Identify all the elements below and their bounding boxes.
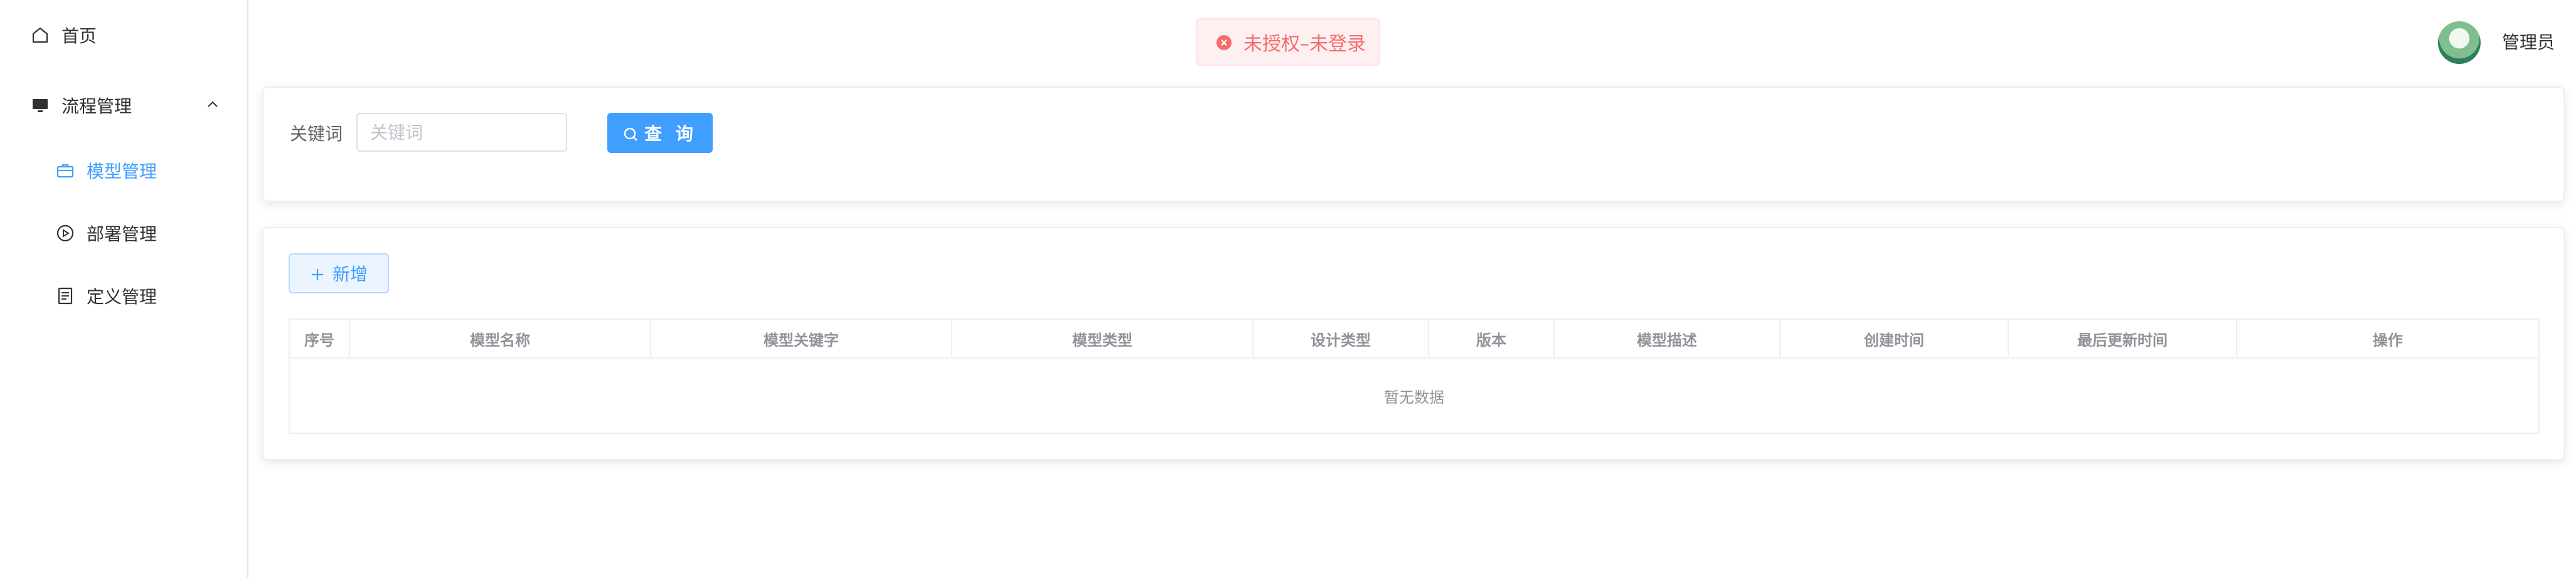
column-header-actions: 操作 <box>2373 331 2403 349</box>
column-header-version: 版本 <box>1429 320 1555 357</box>
monitor-icon <box>30 95 50 115</box>
column-header-design-type: 设计类型 <box>1253 320 1429 357</box>
chevron-up-icon[interactable] <box>205 97 221 113</box>
error-toast: 未授权–未登录 <box>1196 18 1380 66</box>
sidebar-item-process-management[interactable]: 流程管理 <box>0 74 247 137</box>
home-icon <box>30 25 50 45</box>
keyword-label: 关键词 <box>290 123 343 144</box>
search-icon <box>623 125 638 141</box>
query-button-label: 查 询 <box>644 123 697 144</box>
sidebar-item-deploy-management[interactable]: 部署管理 <box>0 202 247 265</box>
sidebar-item-definition-management[interactable]: 定义管理 <box>0 265 247 327</box>
column-header-description: 模型描述 <box>1555 320 1780 357</box>
error-circle-icon <box>1216 34 1232 50</box>
sidebar-item-model-management[interactable]: 模型管理 <box>0 139 247 202</box>
avatar[interactable] <box>2438 21 2481 64</box>
user-name[interactable]: 管理员 <box>2502 29 2555 54</box>
column-header-model-name: 模型名称 <box>350 320 651 357</box>
sidebar-item-home[interactable]: 首页 <box>0 4 247 66</box>
keyword-input[interactable] <box>356 113 567 152</box>
sidebar-item-label: 定义管理 <box>87 286 157 307</box>
plus-icon <box>310 266 325 281</box>
play-circle-icon <box>55 223 75 243</box>
column-header-index: 序号 <box>290 320 350 357</box>
briefcase-icon <box>55 160 75 181</box>
sidebar: 首页 流程管理 模型管理 部署管理 定义管理 <box>0 0 248 578</box>
add-button[interactable]: 新增 <box>289 253 389 293</box>
sidebar-item-label: 流程管理 <box>61 96 132 117</box>
table-empty-text: 暂无数据 <box>1384 388 1444 406</box>
column-header-created-time: 创建时间 <box>1780 320 2009 357</box>
model-table: 序号 模型名称 模型关键字 模型类型 设计类型 版本 模型描述 创建时间 最后更… <box>289 318 2540 434</box>
table-panel: 新增 序号 模型名称 模型关键字 模型类型 设计类型 版本 模型描述 创建时间 … <box>262 227 2565 460</box>
table-header: 序号 模型名称 模型关键字 模型类型 设计类型 版本 模型描述 创建时间 最后更… <box>290 320 2538 359</box>
sidebar-item-label: 首页 <box>61 26 97 46</box>
search-panel: 关键词 查 询 <box>262 87 2565 202</box>
add-button-label: 新增 <box>332 264 368 285</box>
sidebar-item-label: 部署管理 <box>87 224 157 244</box>
column-header-model-type: 模型类型 <box>952 320 1253 357</box>
sidebar-item-label: 模型管理 <box>87 161 157 182</box>
document-icon <box>55 286 75 306</box>
query-button[interactable]: 查 询 <box>607 113 713 153</box>
column-header-updated-time: 最后更新时间 <box>2009 320 2237 357</box>
toast-message: 未授权–未登录 <box>1243 33 1366 55</box>
column-header-model-key: 模型关键字 <box>651 320 952 357</box>
